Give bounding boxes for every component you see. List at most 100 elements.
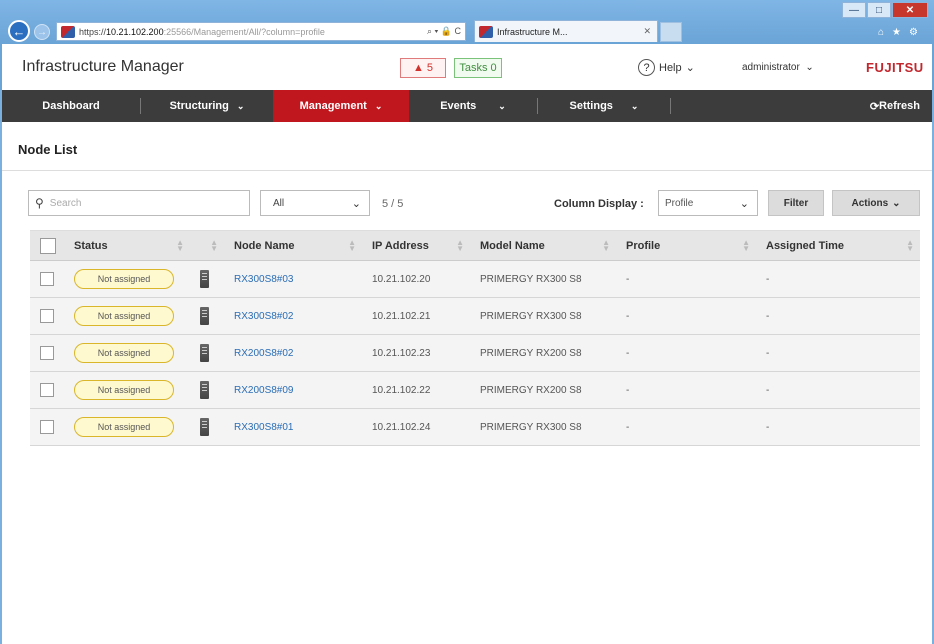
col-node-name-label: Node Name [234, 239, 295, 252]
forward-arrow-icon[interactable]: → [34, 24, 50, 40]
alert-badge[interactable]: ▲ 5 [400, 58, 446, 78]
help-menu[interactable]: ? Help ⌄ [638, 59, 695, 76]
alert-count: 5 [426, 62, 434, 74]
row-checkbox-cell [30, 298, 64, 335]
sort-icon: ▲ ▼ [742, 237, 750, 253]
status-badge: Not assigned [74, 269, 174, 289]
nav-settings[interactable]: Settings ⌄ [538, 90, 670, 122]
table-row[interactable]: Not assigned RX300S8#01 10.21.102.24 PRI… [30, 409, 920, 446]
table-row[interactable]: Not assigned RX300S8#03 10.21.102.20 PRI… [30, 261, 920, 298]
nav-management[interactable]: Management ⌄ [273, 90, 409, 122]
nav-refresh[interactable]: ⟳ Refresh [870, 90, 932, 122]
row-checkbox[interactable] [40, 309, 54, 323]
node-name-cell: RX300S8#01 [224, 409, 362, 446]
status-cell: Not assigned [64, 335, 190, 372]
profile-cell: - [626, 384, 630, 396]
nav-structuring-label: Structuring [169, 100, 229, 112]
sort-icon: ▲ ▼ [348, 237, 356, 253]
status-badge: Not assigned [74, 306, 174, 326]
title-divider [2, 170, 932, 171]
node-name-link[interactable]: RX300S8#03 [234, 274, 294, 285]
status-badge: Not assigned [74, 417, 174, 437]
filter-select[interactable]: All ⌄ [260, 190, 370, 216]
nav-structuring[interactable]: Structuring ⌄ [141, 90, 273, 122]
row-checkbox[interactable] [40, 383, 54, 397]
address-controls[interactable]: ⌕ ▾ 🔒 C [423, 26, 465, 37]
table-row[interactable]: Not assigned RX200S8#09 10.21.102.22 PRI… [30, 372, 920, 409]
col-model-name[interactable]: Model Name ▲ ▼ [470, 231, 616, 261]
address-bar[interactable]: https://10.21.102.200:25566/Management/A… [56, 22, 466, 41]
search-placeholder: Search [49, 197, 82, 209]
browser-tab[interactable]: Infrastructure M... ✕ [474, 20, 658, 42]
table-row[interactable]: Not assigned RX200S8#02 10.21.102.23 PRI… [30, 335, 920, 372]
status-cell: Not assigned [64, 372, 190, 409]
browser-toolbar-icons[interactable]: ⌂★⚙ [878, 27, 926, 38]
tasks-badge[interactable]: Tasks 0 [454, 58, 502, 78]
select-all-cell [30, 231, 64, 261]
nav-dashboard-label: Dashboard [42, 100, 100, 112]
node-name-link[interactable]: RX200S8#09 [234, 385, 294, 396]
nav-events-label: Events [440, 100, 477, 112]
ip-cell: 10.21.102.21 [372, 310, 431, 322]
sort-icon: ▲ ▼ [176, 237, 184, 253]
back-arrow-icon[interactable]: ← [8, 20, 30, 42]
assigned-time-cell: - [766, 347, 770, 359]
tab-close-icon[interactable]: ✕ [643, 26, 651, 37]
node-name-link[interactable]: RX300S8#02 [234, 311, 294, 322]
user-label: administrator [742, 62, 800, 73]
sort-icon: ▲ ▼ [456, 237, 464, 253]
nav-dashboard[interactable]: Dashboard [2, 90, 140, 122]
minimize-icon[interactable]: — [842, 2, 866, 18]
actions-button[interactable]: Actions ⌄ [832, 190, 920, 216]
ip-cell: 10.21.102.20 [372, 273, 431, 285]
filter-button[interactable]: Filter [768, 190, 824, 216]
col-profile-label: Profile [626, 239, 661, 252]
close-window-icon[interactable]: ✕ [892, 2, 928, 18]
new-tab-button[interactable] [660, 22, 682, 42]
node-name-link[interactable]: RX200S8#02 [234, 348, 294, 359]
assigned-time-cell: - [766, 384, 770, 396]
row-checkbox[interactable] [40, 272, 54, 286]
node-count: 5 / 5 [382, 198, 404, 210]
row-checkbox[interactable] [40, 420, 54, 434]
col-status[interactable]: Status ▲ ▼ [64, 231, 190, 261]
tab-title: Infrastructure M... [497, 26, 568, 37]
col-node-name[interactable]: Node Name ▲ ▼ [224, 231, 362, 261]
col-type[interactable]: ▲ ▼ [190, 231, 224, 261]
model-cell: PRIMERGY RX300 S8 [480, 273, 582, 285]
col-ip-address-label: IP Address [372, 239, 429, 252]
chevron-down-icon: ⌄ [630, 100, 639, 111]
status-cell: Not assigned [64, 298, 190, 335]
nav-events[interactable]: Events ⌄ [409, 90, 537, 122]
node-name-cell: RX300S8#02 [224, 298, 362, 335]
server-icon [200, 418, 209, 436]
app-title: Infrastructure Manager [22, 58, 184, 75]
col-assigned-time[interactable]: Assigned Time ▲ ▼ [756, 231, 920, 261]
table-row[interactable]: Not assigned RX300S8#02 10.21.102.21 PRI… [30, 298, 920, 335]
user-menu[interactable]: administrator ⌄ [742, 62, 814, 73]
page-title: Node List [18, 142, 78, 157]
model-cell: PRIMERGY RX300 S8 [480, 310, 582, 322]
profile-cell: - [626, 347, 630, 359]
nav-settings-label: Settings [569, 100, 613, 112]
node-table: Status ▲ ▼ ▲ ▼ Node Name ▲ ▼ IP Address ▲ ▼ … [30, 230, 920, 446]
row-checkbox[interactable] [40, 346, 54, 360]
column-display-label: Column Display : [554, 198, 644, 210]
column-display-select[interactable]: Profile ⌄ [658, 190, 758, 216]
ip-cell: 10.21.102.22 [372, 384, 431, 396]
app-header: Infrastructure Manager ▲ 5 Tasks 0 ? Hel… [0, 44, 934, 90]
col-profile[interactable]: Profile ▲ ▼ [616, 231, 756, 261]
chevron-down-icon: ⌄ [498, 100, 506, 111]
model-cell: PRIMERGY RX200 S8 [480, 384, 582, 396]
address-url: https://10.21.102.200:25566/Management/A… [79, 26, 325, 37]
assigned-time-cell: - [766, 273, 770, 285]
status-cell: Not assigned [64, 409, 190, 446]
maximize-icon[interactable]: □ [867, 2, 891, 18]
node-name-link[interactable]: RX300S8#01 [234, 422, 294, 433]
search-input[interactable]: ⚲ Search [28, 190, 250, 216]
help-label: Help [659, 61, 682, 74]
type-cell [190, 298, 224, 335]
select-all-checkbox[interactable] [40, 237, 56, 254]
node-name-cell: RX200S8#09 [224, 372, 362, 409]
col-ip-address[interactable]: IP Address ▲ ▼ [362, 231, 470, 261]
